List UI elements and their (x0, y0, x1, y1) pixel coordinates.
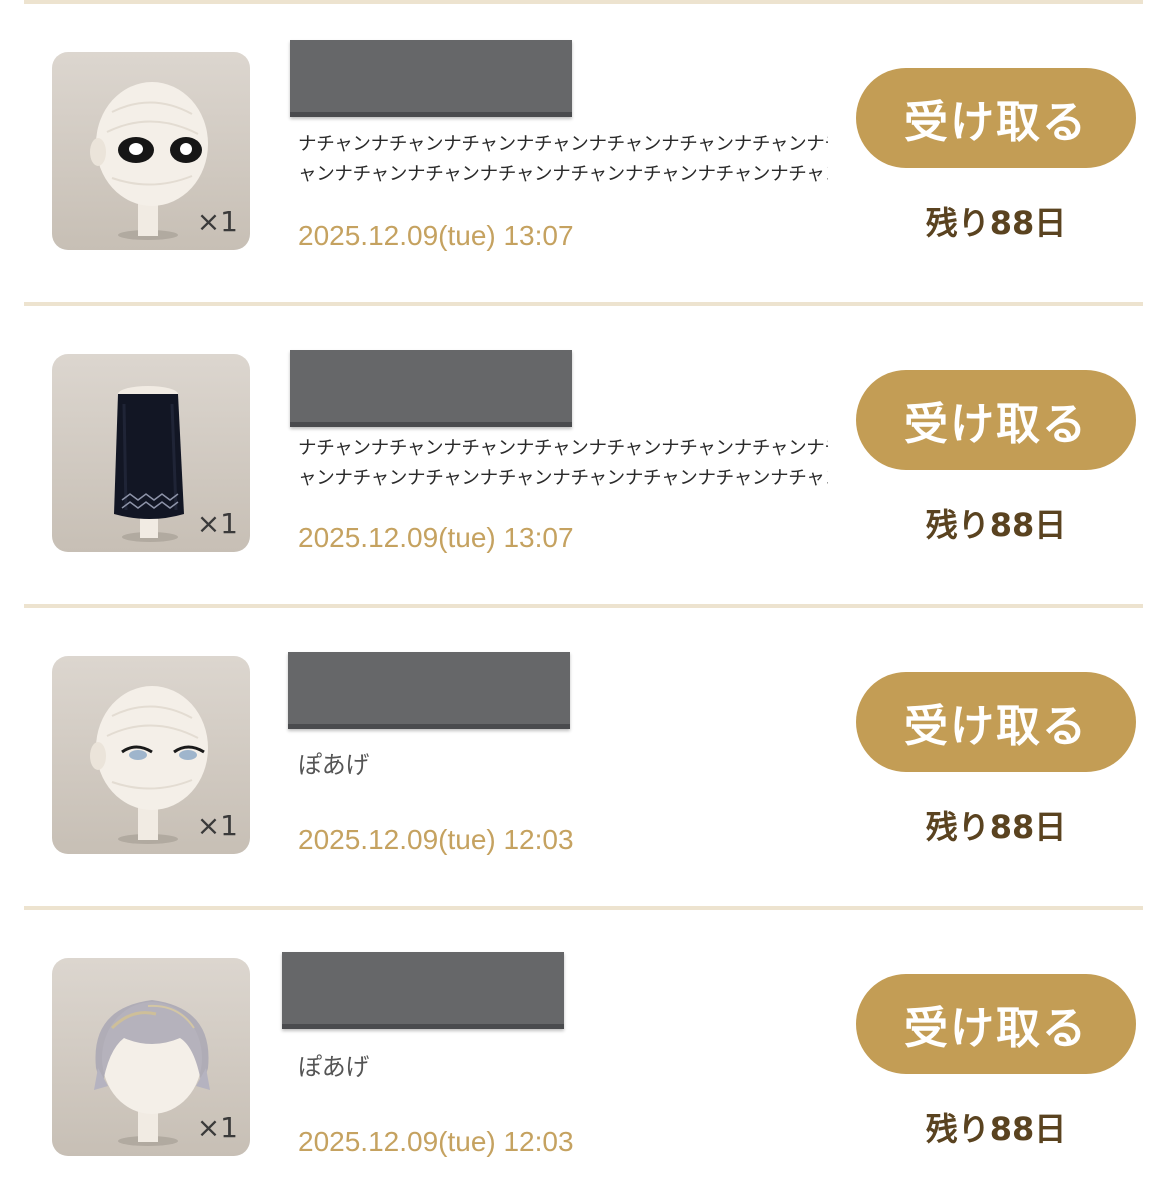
message-line-2: ャンナチャンナチャンナチャンナチャンナチャンナチャンナチャンナチャンナチ… (298, 164, 828, 185)
sent-date: 2025.12.09(tue) 13:07 (298, 522, 574, 553)
remaining-days: 残り88日 (925, 506, 1067, 544)
message-line-1: ぽあげ (298, 751, 370, 779)
remaining-days: 残り88日 (925, 808, 1067, 846)
item-thumbnail[interactable]: ×1 (52, 52, 250, 250)
claim-button[interactable]: 受け取る (856, 370, 1136, 470)
message-text: ナチャンナチャンナチャンナチャンナチャンナチャンナチャンナチャンナチャンナチ ャ… (298, 130, 828, 190)
claim-button[interactable]: 受け取る (856, 672, 1136, 772)
sent-date: 2025.12.09(tue) 12:03 (298, 824, 574, 855)
message-text: ナチャンナチャンナチャンナチャンナチャンナチャンナチャンナチャンナチャンナチ ャ… (298, 434, 828, 494)
remaining-days: 残り88日 (925, 1110, 1067, 1148)
redacted-sender-name (290, 350, 572, 427)
sent-date: 2025.12.09(tue) 12:03 (298, 1126, 574, 1157)
sent-date: 2025.12.09(tue) 13:07 (298, 220, 574, 251)
item-thumbnail[interactable]: ×1 (52, 656, 250, 854)
gift-list-item: ×1 ナチャンナチャンナチャンナチャンナチャンナチャンナチャンナチャンナチャンナ… (0, 302, 1167, 600)
message-text: ぽあげ (298, 750, 828, 780)
remaining-days: 残り88日 (925, 204, 1067, 242)
claim-button[interactable]: 受け取る (856, 974, 1136, 1074)
message-line-1: ぽあげ (298, 1053, 370, 1081)
redacted-sender-name (288, 652, 570, 729)
message-line-1: ナチャンナチャンナチャンナチャンナチャンナチャンナチャンナチャンナチャンナチ (298, 134, 828, 155)
quantity-label: ×1 (196, 809, 238, 842)
item-thumbnail[interactable]: ×1 (52, 354, 250, 552)
redacted-sender-name (282, 952, 564, 1029)
message-text: ぽあげ (298, 1052, 828, 1082)
claim-button[interactable]: 受け取る (856, 68, 1136, 168)
gift-list-item: ×1 ぽあげ 2025.12.09(tue) 12:03 受け取る 残り88日 (0, 604, 1167, 902)
quantity-label: ×1 (196, 507, 238, 540)
quantity-label: ×1 (196, 205, 238, 238)
gift-list-item: ×1 ぽあげ 2025.12.09(tue) 12:03 受け取る 残り88日 (0, 906, 1167, 1204)
message-line-2: ャンナチャンナチャンナチャンナチャンナチャンナチャンナチャンナチャンナチ… (298, 468, 828, 489)
message-line-1: ナチャンナチャンナチャンナチャンナチャンナチャンナチャンナチャンナチャンナチ (298, 438, 828, 459)
redacted-sender-name (290, 40, 572, 117)
quantity-label: ×1 (196, 1111, 238, 1144)
gift-list-item: ×1 ナチャンナチャンナチャンナチャンナチャンナチャンナチャンナチャンナチャンナ… (0, 0, 1167, 298)
item-thumbnail[interactable]: ×1 (52, 958, 250, 1156)
